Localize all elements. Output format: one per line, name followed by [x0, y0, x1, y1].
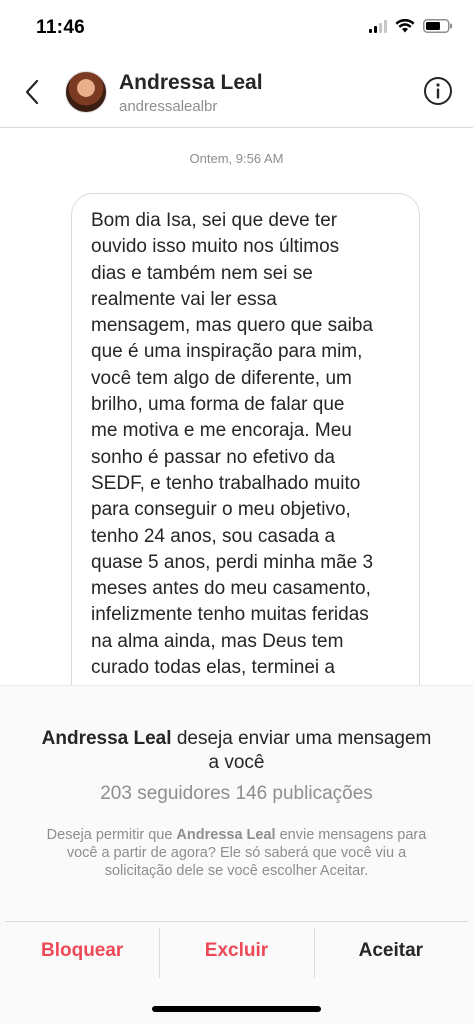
signal-icon [369, 19, 387, 33]
avatar[interactable] [65, 71, 107, 113]
back-button[interactable] [16, 74, 48, 110]
message-request-panel: Andressa Leal deseja enviar uma mensagem… [0, 685, 473, 1024]
accept-button[interactable]: Aceitar [313, 922, 468, 979]
info-button[interactable] [423, 76, 453, 106]
home-indicator[interactable] [152, 1006, 321, 1012]
wifi-icon [395, 19, 415, 33]
contact-username: andressalealbr [119, 98, 218, 115]
request-note: Deseja permitir que Andressa Leal envie … [40, 826, 433, 880]
chevron-left-icon [25, 79, 39, 105]
block-button[interactable]: Bloquear [5, 922, 159, 979]
chat-header: Andressa Leal andressalealbr [0, 56, 473, 128]
contact-name[interactable]: Andressa Leal [119, 71, 263, 95]
request-title-text: deseja enviar uma mensagem a você [171, 728, 432, 773]
message-text: Bom dia Isa, sei que deve ter ouvido iss… [91, 210, 374, 704]
request-stats: 203 seguidores 146 publicações [100, 783, 373, 804]
status-time: 11:46 [36, 17, 86, 38]
status-bar: 11:46 [0, 0, 473, 56]
request-title: Andressa Leal deseja enviar uma mensagem… [40, 727, 433, 775]
info-icon [424, 77, 452, 105]
message-timestamp: Ontem, 9:56 AM [189, 151, 284, 166]
delete-button[interactable]: Excluir [159, 922, 313, 979]
request-note-name: Andressa Leal [176, 827, 276, 843]
request-actions: Bloquear Excluir Aceitar [5, 921, 468, 979]
status-icons [369, 19, 453, 33]
request-note-prefix: Deseja permitir que [46, 827, 177, 843]
battery-icon [423, 19, 452, 33]
request-sender-name: Andressa Leal [41, 728, 172, 749]
